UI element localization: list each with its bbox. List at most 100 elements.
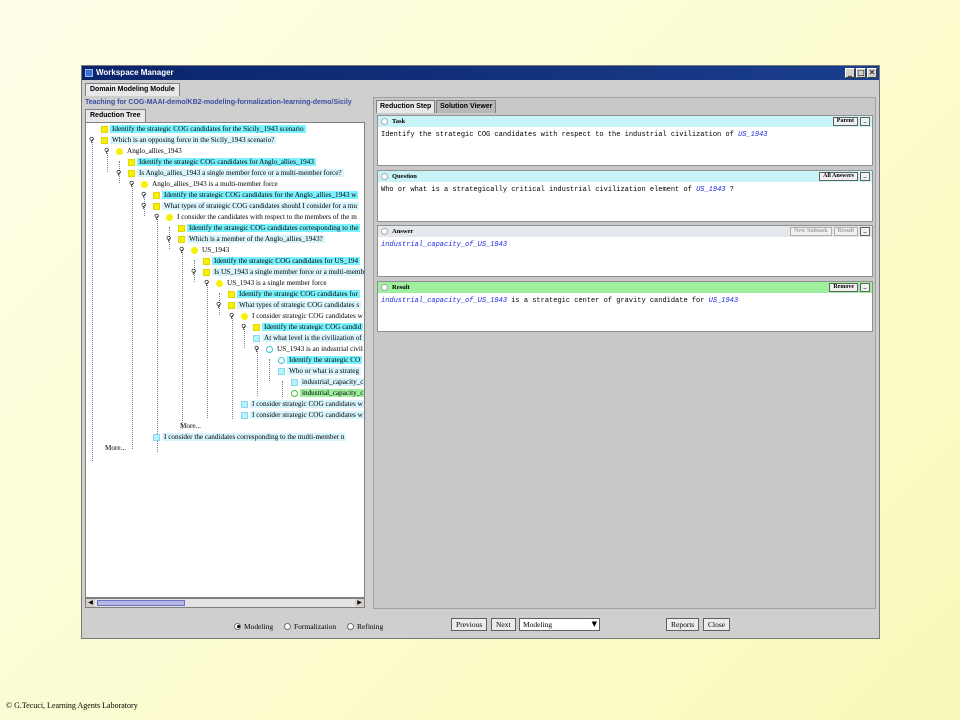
tree-node[interactable]: Anglo_allies_1943 is a multi-member forc… [141, 179, 280, 189]
expand-handle-icon[interactable]: ⚲ [191, 267, 196, 277]
expand-handle-icon[interactable]: ⚲ [166, 234, 171, 244]
tree-node[interactable]: Identify the strategic COG candidates fo… [153, 190, 359, 200]
app-icon [85, 69, 93, 77]
expand-handle-icon[interactable]: ⚲ [216, 300, 221, 310]
expand-handle-icon[interactable]: ⚲ [154, 212, 159, 222]
task-text: Identify the strategic COG candidates wi… [381, 131, 768, 139]
tree-node-label: Identify the strategic COG candid [262, 323, 364, 331]
tree-node[interactable]: I consider the candidates corresponding … [153, 432, 347, 442]
expand-handle-icon[interactable]: ⚲ [179, 245, 184, 255]
close-icon[interactable]: ✕ [867, 68, 877, 78]
previous-button[interactable]: Previous [451, 618, 488, 631]
tree-node-label: What types of strategic COG candidates s… [162, 202, 360, 210]
tree-node-label: US_1943 [202, 246, 230, 254]
tree-node-label: Identify the strategic COG candidates fo… [237, 290, 360, 298]
tree-node[interactable]: Who or what is a strateg [278, 366, 362, 376]
mode-radio-formalization[interactable]: Formalization [284, 621, 336, 631]
mode-radio-refining[interactable]: Refining [347, 621, 383, 631]
chevron-down-icon[interactable]: ▼ [592, 619, 597, 630]
next-button[interactable]: Next [491, 618, 516, 631]
expand-handle-icon[interactable]: ⚲ [241, 322, 246, 332]
radio-dot-icon[interactable] [347, 622, 354, 630]
remove-button[interactable]: Remove [829, 283, 858, 292]
expand-handle-icon[interactable]: ⚲ [89, 135, 94, 145]
reports-button[interactable]: Reports [666, 618, 700, 631]
radio-dot-icon[interactable] [284, 622, 291, 630]
answer-minimize-button[interactable]: _ [860, 227, 870, 236]
close-button[interactable]: Close [703, 618, 731, 631]
tab-reduction-tree[interactable]: Reduction Tree [85, 109, 146, 122]
task-node-icon [153, 203, 160, 210]
tree-node[interactable]: Which is an opposing force in the Sicily… [101, 135, 277, 145]
tree-node-label: US_1943 is a single member force [227, 279, 327, 287]
tree-node[interactable]: More... [103, 443, 128, 453]
expand-handle-icon[interactable]: ⚲ [141, 190, 146, 200]
tree-node-label: Is US_1943 a single member force or a mu… [212, 268, 365, 276]
radio-dot-icon[interactable] [234, 622, 241, 630]
tree-node[interactable]: US_1943 is a single member force [216, 278, 329, 288]
tree-node[interactable]: At what level is the civilization of [253, 333, 364, 343]
tree-connector-line [282, 381, 283, 397]
expand-handle-icon[interactable]: ⚲ [104, 146, 109, 156]
expand-handle-icon[interactable]: ⚲ [254, 344, 259, 354]
tree-node[interactable]: Is Anglo_allies_1943 a single member for… [128, 168, 344, 178]
tree-node-label: Anglo_allies_1943 is a multi-member forc… [152, 180, 278, 188]
all-answers-button[interactable]: All Answers [819, 172, 858, 181]
tree-node[interactable]: I consider strategic COG candidates w [241, 399, 364, 409]
tree-node[interactable]: industrial_capacity_c [291, 377, 364, 387]
expand-handle-icon[interactable]: ⚲ [116, 168, 121, 178]
tab-domain-modeling-module[interactable]: Domain Modeling Module [85, 83, 180, 96]
tree-node[interactable]: I consider the candidates with respect t… [166, 212, 359, 222]
title-bar[interactable]: Workspace Manager _ □ ✕ [82, 66, 879, 80]
right-arrow-icon[interactable]: ▶ [355, 599, 364, 607]
tree-node[interactable]: What types of strategic COG candidates s [228, 300, 362, 310]
tree-node[interactable]: More... [178, 421, 203, 431]
answer-header: Answer New Subtask Result _ [378, 226, 872, 237]
expand-handle-icon[interactable]: ⚲ [204, 278, 209, 288]
tree-node[interactable]: Is US_1943 a single member force or a mu… [203, 267, 365, 277]
tree-connector-line [92, 139, 93, 461]
result-panel: Result Remove _ industrial_capacity_of_U… [377, 281, 873, 332]
tree-node[interactable]: US_1943 [191, 245, 231, 255]
tree-node[interactable]: Identify the strategic COG candidates fo… [128, 157, 316, 167]
expand-handle-icon[interactable]: ⚲ [229, 311, 234, 321]
maximize-icon[interactable]: □ [856, 68, 866, 78]
expand-handle-icon[interactable]: ⚲ [129, 179, 134, 189]
window-title: Workspace Manager [96, 68, 174, 77]
answer-panel: Answer New Subtask Result _ industrial_c… [377, 225, 873, 277]
new-subtask-button[interactable]: New Subtask [790, 227, 832, 236]
tree-node[interactable]: Which is a member of the Anglo_allies_19… [178, 234, 325, 244]
tree-node[interactable]: Identify the strategic COG candid [253, 322, 364, 332]
tree-node[interactable]: I consider strategic COG candidates w [241, 410, 364, 420]
tab-solution-viewer[interactable]: Solution Viewer [436, 100, 497, 113]
tree-node[interactable]: Identify the strategic COG candidates fo… [203, 256, 361, 266]
tree-node-label: I consider the candidates corresponding … [162, 433, 347, 441]
expand-handle-icon[interactable]: ⚲ [141, 201, 146, 211]
result-minimize-button[interactable]: _ [860, 283, 870, 292]
solution-node-icon [191, 247, 198, 254]
minimize-icon[interactable]: _ [845, 68, 855, 78]
reduction-tree[interactable]: Identify the strategic COG candidates fo… [85, 122, 365, 598]
mode-radio-modeling[interactable]: Modeling [234, 621, 273, 631]
tree-node[interactable]: I consider strategic COG candidates w [241, 311, 364, 321]
tree-node[interactable]: Identify the strategic COG candidates fo… [228, 289, 360, 299]
question-minimize-button[interactable]: _ [860, 172, 870, 181]
horizontal-scrollbar[interactable]: ◀ ▶ [85, 598, 365, 608]
parent-button[interactable]: Parent [832, 117, 858, 126]
tab-reduction-step[interactable]: Reduction Step [376, 100, 436, 113]
scroll-thumb[interactable] [97, 600, 185, 606]
left-arrow-icon[interactable]: ◀ [86, 599, 95, 607]
result-button[interactable]: Result [833, 227, 858, 236]
tree-node[interactable]: Identify the strategic COG candidates fo… [101, 124, 306, 134]
tree-node[interactable]: industrial_capacity_c [291, 388, 364, 398]
reduction-tree-pane: Reduction Tree Identify the strategic CO… [85, 109, 365, 609]
task-minimize-button[interactable]: _ [860, 117, 870, 126]
tree-node[interactable]: What types of strategic COG candidates s… [153, 201, 360, 211]
mode-select[interactable]: Modeling ▼ [519, 618, 600, 631]
tree-node[interactable]: Identify the strategic CO [278, 355, 363, 365]
question-panel: Question All Answers _ Who or what is a … [377, 170, 873, 222]
tree-connector-line [269, 359, 270, 381]
tree-node[interactable]: Anglo_allies_1943 [116, 146, 184, 156]
tree-node[interactable]: US_1943 is an industrial civil [266, 344, 364, 354]
tree-node[interactable]: Identify the strategic COG candidates co… [178, 223, 361, 233]
